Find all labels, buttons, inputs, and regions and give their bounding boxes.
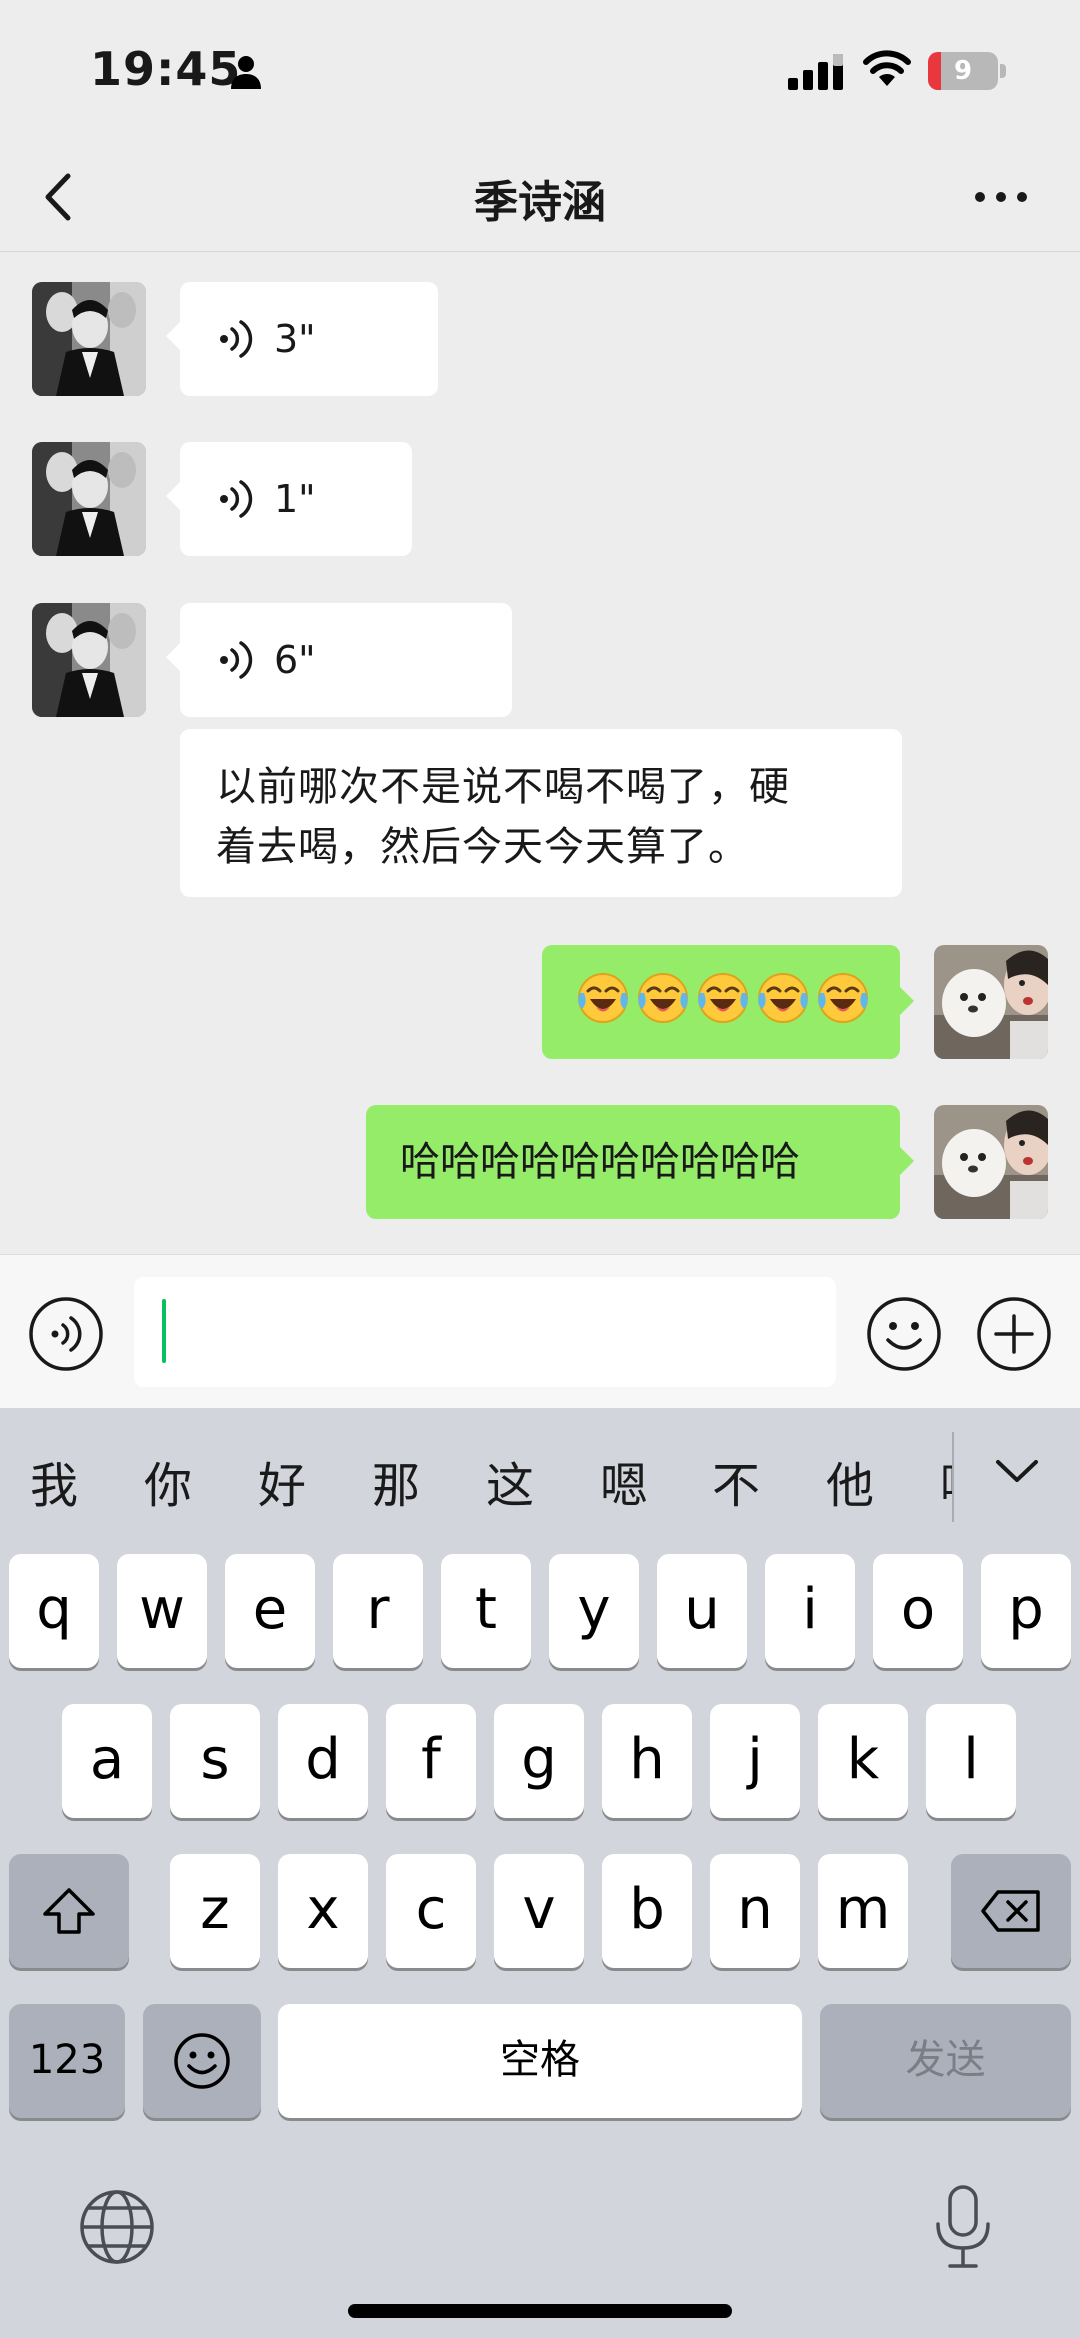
voice-duration: 6" <box>274 638 316 682</box>
microphone-icon[interactable] <box>930 2184 996 2270</box>
key-s[interactable]: s <box>170 1704 260 1818</box>
candidate-separator <box>952 1432 954 1522</box>
key-y[interactable]: y <box>549 1554 639 1668</box>
wifi-icon <box>863 50 911 86</box>
text-message-content: 哈哈哈哈哈哈哈哈哈哈 <box>400 1139 800 1185</box>
key-z[interactable]: z <box>170 1854 260 1968</box>
signal-strength-icon <box>788 54 843 90</box>
key-c[interactable]: c <box>386 1854 476 1968</box>
candidate-word[interactable]: 好 <box>258 1446 306 1516</box>
battery-indicator: 9 <box>928 52 1006 90</box>
backspace-icon <box>981 1890 1040 1932</box>
candidate-word[interactable]: 他 <box>826 1446 874 1516</box>
emoji-icon <box>174 2033 230 2089</box>
my-avatar[interactable] <box>934 1105 1048 1219</box>
chevron-down-icon[interactable] <box>994 1456 1040 1486</box>
key-v[interactable]: v <box>494 1854 584 1968</box>
more-functions-plus-icon[interactable] <box>976 1296 1052 1372</box>
key-i[interactable]: i <box>765 1554 855 1668</box>
my-avatar[interactable] <box>934 945 1048 1059</box>
voice-input-toggle-icon[interactable] <box>28 1296 104 1372</box>
key-n[interactable]: n <box>710 1854 800 1968</box>
key-u[interactable]: u <box>657 1554 747 1668</box>
laughing-crying-emoji-icon <box>578 973 628 1023</box>
back-icon[interactable] <box>38 170 82 224</box>
voice-duration: 3" <box>274 317 316 361</box>
voice-message[interactable]: 3" <box>166 282 438 396</box>
candidate-word[interactable]: 哦 <box>940 1446 952 1516</box>
key-j[interactable]: j <box>710 1704 800 1818</box>
key-r[interactable]: r <box>333 1554 423 1668</box>
laughing-crying-emoji-icon <box>818 973 868 1023</box>
voice-wave-icon <box>220 480 253 518</box>
contact-avatar[interactable] <box>32 603 146 717</box>
emoji-row <box>576 971 870 1025</box>
voice-message[interactable]: 1" <box>166 442 412 556</box>
laughing-crying-emoji-icon <box>758 973 808 1023</box>
status-bar: 19:45 9 <box>0 0 1080 140</box>
candidate-word[interactable]: 这 <box>486 1446 534 1516</box>
key-b[interactable]: b <box>602 1854 692 1968</box>
key-p[interactable]: p <box>981 1554 1071 1668</box>
shift-arrow-icon <box>43 1888 95 1934</box>
key-e[interactable]: e <box>225 1554 315 1668</box>
key-l[interactable]: l <box>926 1704 1016 1818</box>
key-d[interactable]: d <box>278 1704 368 1818</box>
key-f[interactable]: f <box>386 1704 476 1818</box>
key-x[interactable]: x <box>278 1854 368 1968</box>
key-k[interactable]: k <box>818 1704 908 1818</box>
more-options-icon[interactable] <box>972 180 1030 214</box>
message-input-bar <box>0 1254 1080 1408</box>
candidate-word[interactable]: 我 <box>30 1446 78 1516</box>
laughing-crying-emoji-icon <box>698 973 748 1023</box>
voice-wave-icon <box>220 320 253 358</box>
status-time: 19:45 <box>90 42 242 96</box>
emoji-picker-icon[interactable] <box>866 1296 942 1372</box>
text-cursor <box>162 1299 166 1363</box>
text-message[interactable]: 哈哈哈哈哈哈哈哈哈哈 <box>366 1105 914 1219</box>
laughing-crying-emoji-icon <box>638 973 688 1023</box>
home-indicator[interactable] <box>348 2304 732 2318</box>
voice-wave-icon <box>220 641 253 679</box>
chat-header: 季诗涵 <box>0 140 1080 252</box>
candidate-word[interactable]: 那 <box>372 1446 420 1516</box>
candidate-word[interactable]: 嗯 <box>600 1446 648 1516</box>
voice-message[interactable]: 6" <box>166 603 512 717</box>
emoji-keyboard-key[interactable] <box>143 2004 261 2118</box>
keyboard: 我你好那这嗯不他哦 qwertyuiop asdfghjkl zxcvbnm 123… <box>0 1408 1080 2338</box>
numbers-key[interactable]: 123 <box>9 2004 125 2118</box>
key-w[interactable]: w <box>117 1554 207 1668</box>
person-icon <box>231 56 261 89</box>
emoji-message[interactable] <box>542 945 914 1059</box>
message-text-input[interactable] <box>134 1277 836 1387</box>
key-m[interactable]: m <box>818 1854 908 1968</box>
space-key[interactable]: 空格 <box>278 2004 802 2118</box>
battery-level: 9 <box>953 56 973 86</box>
text-message[interactable]: 以前哪次不是说不喝不喝了，硬 着去喝，然后今天今天算了。 <box>180 729 902 897</box>
voice-duration: 1" <box>274 477 316 521</box>
key-a[interactable]: a <box>62 1704 152 1818</box>
key-g[interactable]: g <box>494 1704 584 1818</box>
globe-icon[interactable] <box>78 2188 156 2266</box>
send-key[interactable]: 发送 <box>820 2004 1071 2118</box>
candidate-word[interactable]: 不 <box>712 1446 760 1516</box>
shift-key[interactable] <box>9 1854 129 1968</box>
key-q[interactable]: q <box>9 1554 99 1668</box>
contact-avatar[interactable] <box>32 282 146 396</box>
text-message-line: 着去喝，然后今天今天算了。 <box>216 824 749 870</box>
text-message-line: 以前哪次不是说不喝不喝了，硬 <box>216 764 790 810</box>
key-t[interactable]: t <box>441 1554 531 1668</box>
contact-avatar[interactable] <box>32 442 146 556</box>
chat-title[interactable]: 季诗涵 <box>240 166 840 230</box>
key-o[interactable]: o <box>873 1554 963 1668</box>
candidate-bar: 我你好那这嗯不他哦 <box>0 1408 1080 1542</box>
key-h[interactable]: h <box>602 1704 692 1818</box>
candidate-word[interactable]: 你 <box>144 1446 192 1516</box>
delete-key[interactable] <box>951 1854 1071 1968</box>
